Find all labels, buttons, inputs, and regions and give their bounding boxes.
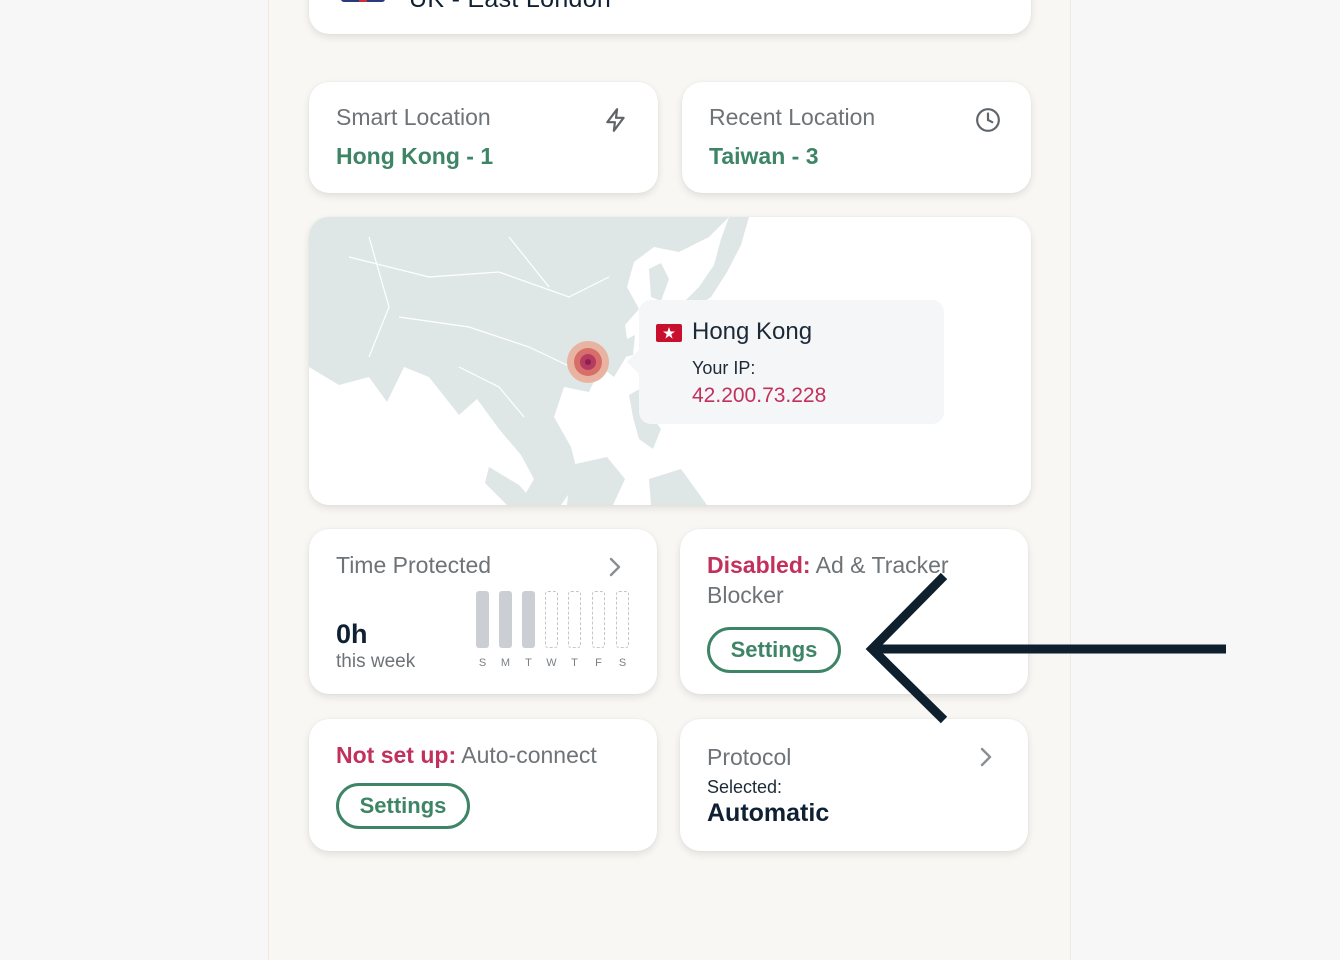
week-bar xyxy=(568,591,581,648)
week-bar xyxy=(592,591,605,648)
protocol-selected-label: Selected: xyxy=(707,777,783,797)
location-popup: Hong Kong Your IP: 42.200.73.228 xyxy=(627,300,944,424)
time-protected-period: this week xyxy=(336,651,416,672)
chevron-right-icon xyxy=(609,557,621,577)
protocol-value: Automatic xyxy=(707,799,830,827)
day-label: T xyxy=(525,657,532,669)
lightning-icon xyxy=(606,108,625,132)
recent-location-value: Taiwan - 3 xyxy=(709,143,819,169)
uk-flag-icon xyxy=(341,0,385,2)
popup-ip-label: Your IP: xyxy=(692,358,756,378)
popup-country: Hong Kong xyxy=(692,318,813,345)
auto-connect-settings-button[interactable]: Settings xyxy=(336,783,470,829)
recent-location-title: Recent Location xyxy=(709,104,876,130)
current-connection-card[interactable]: UK - East London xyxy=(309,0,1031,34)
week-bar xyxy=(499,591,512,648)
auto-connect-status: Not set up: xyxy=(336,742,457,768)
day-label: T xyxy=(571,657,578,669)
hong-kong-flag-icon xyxy=(656,324,682,342)
map-card[interactable]: Hong Kong Your IP: 42.200.73.228 xyxy=(309,217,1031,505)
chevron-right-icon xyxy=(980,747,992,767)
ad-blocker-label-line2: Blocker xyxy=(707,582,784,608)
ad-blocker-settings-button[interactable]: Settings xyxy=(707,627,841,673)
day-label: W xyxy=(546,657,557,669)
week-bar xyxy=(545,591,558,648)
clock-icon xyxy=(976,108,1000,132)
ad-blocker-status: Disabled: xyxy=(707,552,811,578)
protocol-title: Protocol xyxy=(707,744,792,770)
week-bar xyxy=(616,591,629,648)
time-protected-value: 0h xyxy=(336,619,368,649)
week-bar xyxy=(522,591,535,648)
smart-location-title: Smart Location xyxy=(336,104,491,130)
auto-connect-status-line: Not set up: Auto-connect xyxy=(336,740,597,770)
week-bar xyxy=(476,591,489,648)
time-protected-card[interactable]: Time Protected 0h this week S M T W T F … xyxy=(309,529,657,694)
day-label: M xyxy=(500,657,511,669)
protocol-card[interactable]: Protocol Selected: Automatic xyxy=(680,719,1028,851)
auto-connect-card: Not set up: Auto-connect Settings xyxy=(309,719,657,851)
time-protected-title: Time Protected xyxy=(336,552,492,578)
day-label: F xyxy=(595,657,602,669)
smart-location-card[interactable]: Smart Location Hong Kong - 1 xyxy=(309,82,658,193)
smart-location-value: Hong Kong - 1 xyxy=(336,143,494,169)
recent-location-card[interactable]: Recent Location Taiwan - 3 xyxy=(682,82,1031,193)
popup-ip-address: 42.200.73.228 xyxy=(692,384,827,407)
day-label: S xyxy=(618,657,627,669)
auto-connect-label: Auto-connect xyxy=(461,742,597,768)
annotation-arrow-icon xyxy=(865,572,1226,724)
day-label: S xyxy=(478,657,487,669)
current-connection-label: UK - East London xyxy=(409,0,611,14)
